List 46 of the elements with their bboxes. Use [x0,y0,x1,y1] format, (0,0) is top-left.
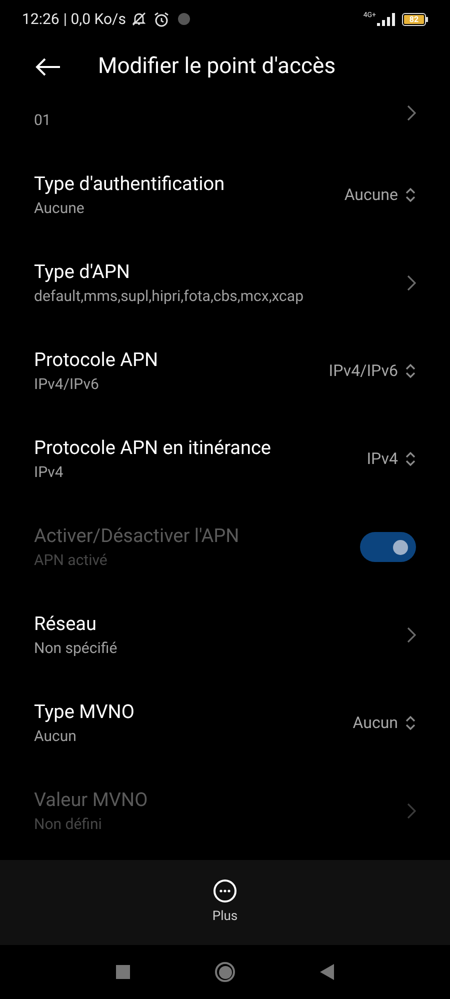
settings-row[interactable]: Type d'authentification Aucune Aucune [0,145,450,233]
chevron-icon [407,105,416,121]
row-subtitle: Non spécifié [34,638,118,659]
row-subtitle: Aucun [34,726,78,747]
row-subtitle: APN activé [34,550,108,571]
row-subtitle: IPv4 [34,462,64,483]
selected-value: IPv4 [366,448,398,470]
row-title: Type d'authentification [34,171,226,197]
row-title: Valeur MVNO [34,787,149,813]
selected-value: Aucun [352,712,398,734]
up-down-arrows-icon [405,715,416,731]
home-button[interactable] [215,962,235,982]
row-subtitle: 01 [34,110,51,131]
row-subtitle: Aucune [34,198,86,219]
row-subtitle: IPv4/IPv6 [34,374,100,395]
selected-value: Aucune [344,184,398,206]
up-down-arrows-icon [405,363,416,379]
row-title: Type MVNO [34,699,136,725]
row-title: Type d'APN [34,259,131,285]
selected-value: IPv4/IPv6 [328,360,398,382]
row-title: Réseau [34,611,98,637]
network-speed: | 0,0 Ko/s [63,8,126,30]
row-title: Activer/Désactiver l'APN [34,523,240,549]
circle-icon [176,12,191,26]
row-subtitle: default,mms,supl,hipri,fota,cbs,mcx,xcap [34,286,304,307]
more-button[interactable]: Plus [212,878,238,926]
settings-row[interactable]: Réseau Non spécifié [0,585,450,673]
row-subtitle: Non défini [34,814,103,835]
muted-bell-icon [130,11,147,27]
signal-icon [376,12,396,26]
status-time: 12:26 [22,8,60,30]
up-down-arrows-icon [405,451,416,467]
settings-row[interactable]: Protocole APN en itinérance IPv4 IPv4 [0,409,450,497]
row-title: Protocole APN en itinérance [34,435,272,461]
battery-indicator: 82 [402,12,428,26]
settings-row[interactable]: Type MVNO Aucun Aucun [0,673,450,761]
settings-row[interactable]: Type d'APN default,mms,supl,hipri,fota,cbs,mcx,xcap [0,233,450,321]
up-down-arrows-icon [405,187,416,203]
row-title: Protocole APN [34,347,160,373]
chevron-icon [407,275,416,291]
chevron-icon [407,627,416,643]
back-nav-button[interactable] [320,964,334,980]
chevron-icon [407,803,416,819]
alarm-clock-icon [152,10,170,28]
settings-row[interactable]: Protocole APN IPv4/IPv6 IPv4/IPv6 [0,321,450,409]
page-title: Modifier le point d'accès [98,53,336,81]
